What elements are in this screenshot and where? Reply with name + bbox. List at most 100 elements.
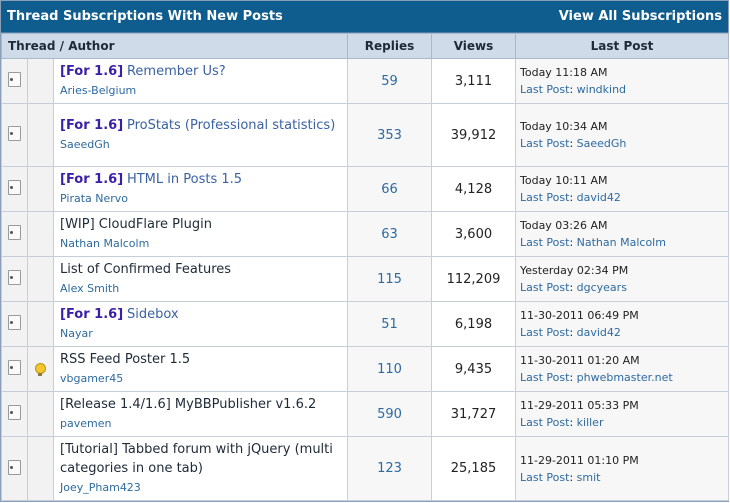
- thread-status-icon[interactable]: [8, 72, 21, 87]
- thread-status-cell: [1, 301, 28, 347]
- thread-title-link[interactable]: [WIP] CloudFlare Plugin: [60, 217, 212, 232]
- last-post-user-link[interactable]: dgcyears: [577, 281, 627, 294]
- thread-cell: [Release 1.4/1.6] MyBBPublisher v1.6.2 pa…: [53, 391, 348, 437]
- thread-author-link[interactable]: pavemen: [60, 417, 111, 430]
- last-post-time: Today 03:26 AM: [520, 219, 608, 232]
- last-post-link[interactable]: Last Post: [520, 471, 569, 484]
- thread-author-link[interactable]: Pirata Nervo: [60, 192, 128, 205]
- thread-cell: [WIP] CloudFlare Plugin Nathan Malcolm: [53, 211, 348, 257]
- thread-status-icon[interactable]: [8, 270, 21, 285]
- thread-status-cell: [1, 256, 28, 302]
- thread-author-link[interactable]: vbgamer45: [60, 372, 123, 385]
- thread-cell: [For 1.6] ProStats (Professional statist…: [53, 103, 348, 167]
- views-count: 4,128: [431, 166, 516, 212]
- thread-cell: RSS Feed Poster 1.5 vbgamer45: [53, 346, 348, 392]
- thread-status-icon[interactable]: [8, 180, 21, 195]
- thread-author-header[interactable]: Thread / Author: [1, 33, 348, 59]
- last-post-user-link[interactable]: windkind: [577, 83, 626, 96]
- replies-count[interactable]: 115: [347, 256, 432, 302]
- last-post-time: Yesterday 02:34 PM: [520, 264, 629, 277]
- last-post-cell: Today 11:18 AM Last Post: windkind: [515, 58, 729, 104]
- table-row: RSS Feed Poster 1.5 vbgamer45 110 9,435 11-3…: [1, 346, 729, 392]
- threads-table: Thread / Author Replies Views Last Post …: [1, 33, 729, 501]
- last-post-user-link[interactable]: david42: [577, 191, 621, 204]
- last-post-cell: Today 10:11 AM Last Post: david42: [515, 166, 729, 212]
- thread-status-icon[interactable]: [8, 126, 21, 141]
- replies-count[interactable]: 63: [347, 211, 432, 257]
- last-post-time: Today 10:34 AM: [520, 120, 608, 133]
- thread-title-link[interactable]: Remember Us?: [127, 64, 226, 79]
- table-row: [Tutorial] Tabbed forum with jQuery (mul…: [1, 436, 729, 501]
- replies-count[interactable]: 59: [347, 58, 432, 104]
- replies-header[interactable]: Replies: [347, 33, 432, 59]
- last-post-cell: 11-29-2011 01:10 PM Last Post: smit: [515, 436, 729, 501]
- lightbulb-icon: [35, 363, 46, 376]
- last-post-link[interactable]: Last Post: [520, 281, 569, 294]
- thread-icon-cell: [27, 166, 54, 212]
- thread-author-link[interactable]: Aries-Belgium: [60, 84, 136, 97]
- last-post-link[interactable]: Last Post: [520, 83, 569, 96]
- last-post-cell: 11-30-2011 06:49 PM Last Post: david42: [515, 301, 729, 347]
- thread-title-link[interactable]: HTML in Posts 1.5: [127, 172, 242, 187]
- thread-status-icon[interactable]: [8, 459, 21, 475]
- last-post-link[interactable]: Last Post: [520, 416, 569, 429]
- replies-count[interactable]: 66: [347, 166, 432, 212]
- thread-title-link[interactable]: [Tutorial] Tabbed forum with jQuery (mul…: [60, 442, 333, 476]
- view-all-subscriptions-link[interactable]: View All Subscriptions: [559, 9, 722, 24]
- thread-title-link[interactable]: RSS Feed Poster 1.5: [60, 352, 190, 367]
- thread-title-link[interactable]: Sidebox: [127, 307, 179, 322]
- last-post-time: 11-29-2011 01:10 PM: [520, 453, 639, 467]
- views-count: 6,198: [431, 301, 516, 347]
- thread-status-cell: [1, 346, 28, 392]
- last-post-link[interactable]: Last Post: [520, 236, 569, 249]
- thread-icon-cell: [27, 103, 54, 167]
- replies-count[interactable]: 353: [347, 103, 432, 167]
- table-row: [For 1.6] Sidebox Nayar 51 6,198 11-30-2011 …: [1, 301, 729, 347]
- thread-status-cell: [1, 211, 28, 257]
- thread-author-link[interactable]: SaeedGh: [60, 138, 110, 151]
- last-post-link[interactable]: Last Post: [520, 371, 569, 384]
- thread-icon-cell: [27, 58, 54, 104]
- last-post-time: Today 11:18 AM: [520, 66, 608, 79]
- replies-count[interactable]: 123: [347, 436, 432, 501]
- last-post-user-link[interactable]: phwebmaster.net: [577, 371, 673, 384]
- thread-title-link[interactable]: [Release 1.4/1.6] MyBBPublisher v1.6.2: [60, 397, 316, 412]
- thread-icon-cell: [27, 391, 54, 437]
- last-post-cell: Yesterday 02:34 PM Last Post: dgcyears: [515, 256, 729, 302]
- thread-status-icon[interactable]: [8, 405, 21, 420]
- thread-cell: [For 1.6] Sidebox Nayar: [53, 301, 348, 347]
- thread-icon-cell: [27, 346, 54, 392]
- last-post-user-link[interactable]: killer: [577, 416, 604, 429]
- views-count: 112,209: [431, 256, 516, 302]
- table-row: [For 1.6] ProStats (Professional statist…: [1, 103, 729, 167]
- thread-author-link[interactable]: Joey_Pham423: [60, 481, 141, 494]
- last-post-link[interactable]: Last Post: [520, 137, 569, 150]
- last-post-user-link[interactable]: SaeedGh: [577, 137, 627, 150]
- last-post-user-link[interactable]: david42: [577, 326, 621, 339]
- thread-author-link[interactable]: Alex Smith: [60, 282, 119, 295]
- thread-prefix: [For 1.6]: [60, 307, 124, 322]
- thread-status-icon[interactable]: [8, 360, 21, 375]
- thread-prefix: [For 1.6]: [60, 118, 124, 133]
- thread-author-link[interactable]: Nayar: [60, 327, 93, 340]
- last-post-user-link[interactable]: Nathan Malcolm: [577, 236, 666, 249]
- replies-count[interactable]: 110: [347, 346, 432, 392]
- thread-title-link[interactable]: ProStats (Professional statistics): [127, 118, 335, 133]
- thread-icon-cell: [27, 301, 54, 347]
- last-post-user-link[interactable]: smit: [577, 471, 601, 484]
- views-count: 31,727: [431, 391, 516, 437]
- table-row: List of Confirmed Features Alex Smith 115 1…: [1, 256, 729, 302]
- thread-author-link[interactable]: Nathan Malcolm: [60, 237, 149, 250]
- views-header[interactable]: Views: [431, 33, 516, 59]
- thread-status-icon[interactable]: [8, 315, 21, 330]
- replies-count[interactable]: 590: [347, 391, 432, 437]
- thread-title-link[interactable]: List of Confirmed Features: [60, 262, 231, 277]
- last-post-link[interactable]: Last Post: [520, 326, 569, 339]
- thread-status-icon[interactable]: [8, 225, 21, 240]
- table-row: [WIP] CloudFlare Plugin Nathan Malcolm 63 3…: [1, 211, 729, 257]
- last-post-header[interactable]: Last Post: [515, 33, 729, 59]
- thread-icon-cell: [27, 256, 54, 302]
- thread-cell: [For 1.6] HTML in Posts 1.5 Pirata Nervo: [53, 166, 348, 212]
- replies-count[interactable]: 51: [347, 301, 432, 347]
- last-post-link[interactable]: Last Post: [520, 191, 569, 204]
